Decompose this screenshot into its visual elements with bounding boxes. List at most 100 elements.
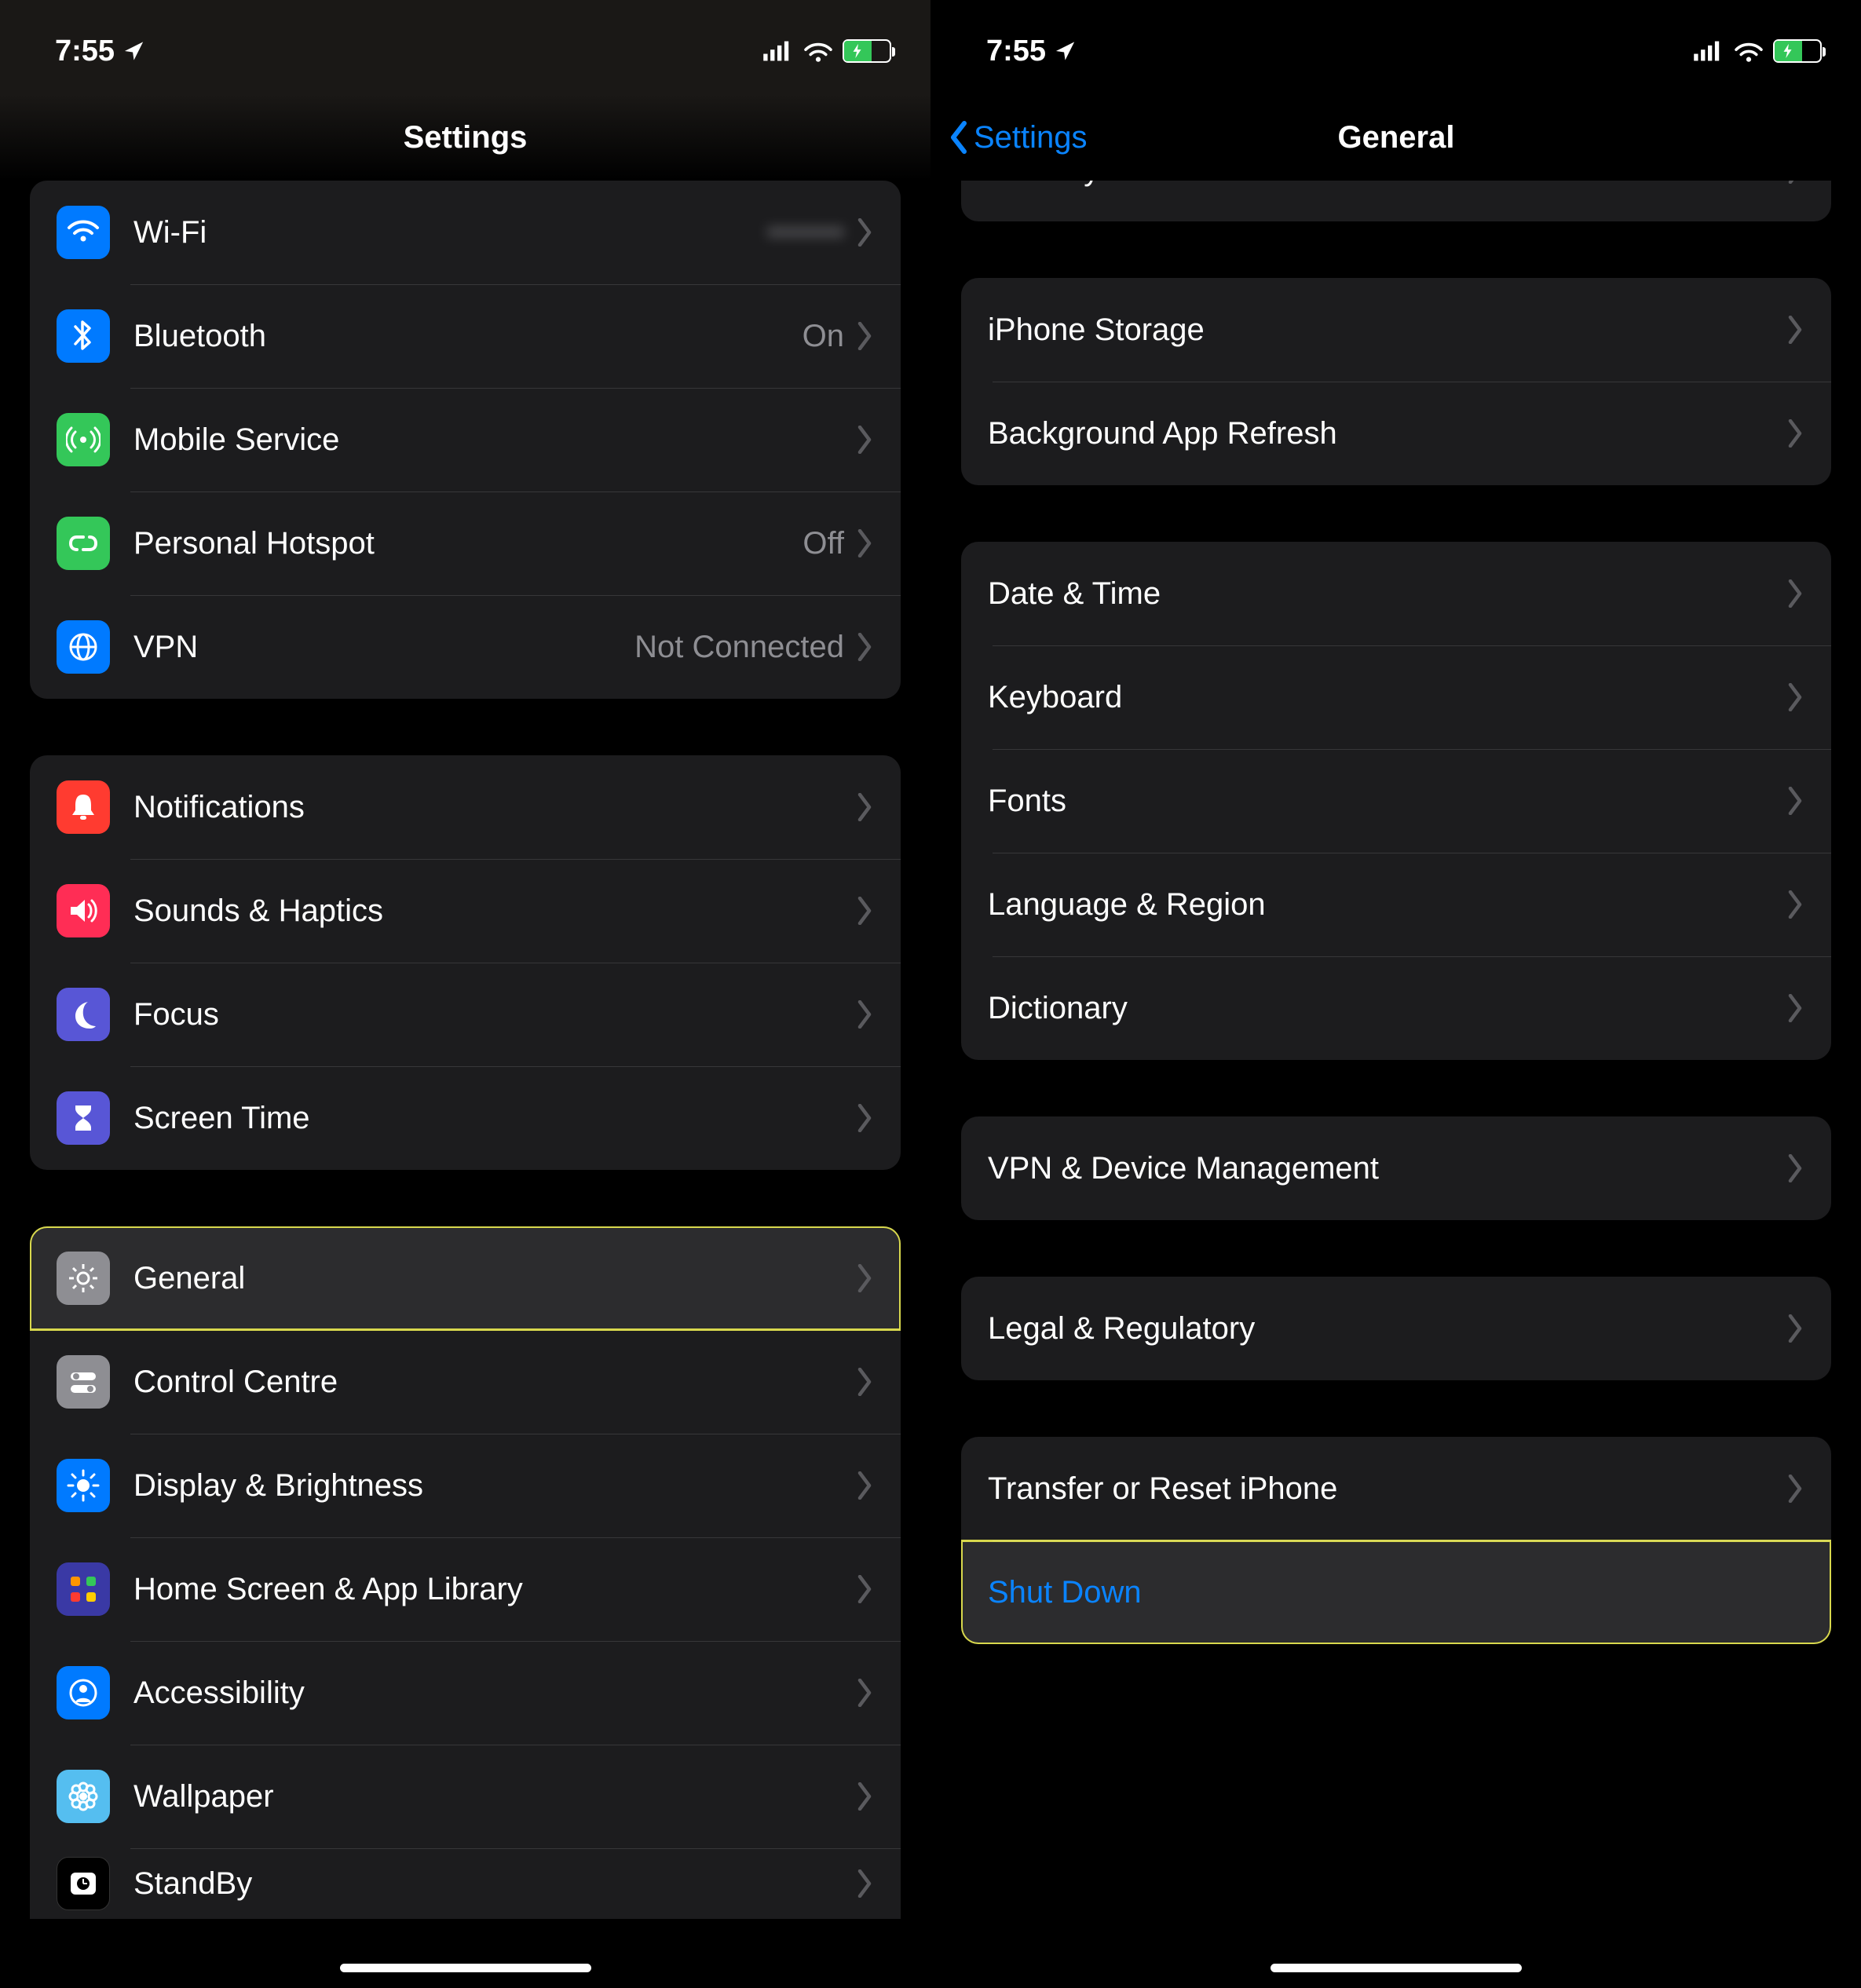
chevron-right-icon (857, 1264, 874, 1292)
row-mobile-service[interactable]: Mobile Service (30, 388, 901, 492)
back-button[interactable]: Settings (949, 120, 1088, 155)
nav-bar: Settings General (931, 94, 1861, 181)
chevron-right-icon (1787, 787, 1804, 815)
row-focus[interactable]: Focus (30, 963, 901, 1066)
row-standby[interactable]: StandBy (30, 1848, 901, 1919)
row-label: Screen Time (133, 1101, 857, 1136)
chevron-right-icon (1787, 579, 1804, 608)
row-transfer-reset[interactable]: Transfer or Reset iPhone (961, 1437, 1831, 1540)
row-control-centre[interactable]: Control Centre (30, 1330, 901, 1434)
battery-bolt-icon (850, 43, 865, 59)
row-label: Keyboard (988, 680, 1787, 715)
page-title: Settings (404, 120, 528, 155)
page-title: General (1338, 120, 1455, 155)
settings-list[interactable]: Wi-Fi ••••••• Bluetooth On Mobile Servic… (0, 181, 930, 1988)
row-personal-hotspot[interactable]: Personal Hotspot Off (30, 492, 901, 595)
row-label: Notifications (133, 790, 857, 825)
cellular-signal-icon (761, 38, 794, 64)
row-fonts[interactable]: Fonts (961, 749, 1831, 853)
chevron-right-icon (1787, 181, 1804, 184)
group-legal: Legal & Regulatory (961, 1277, 1831, 1380)
chevron-right-icon (857, 1471, 874, 1500)
row-notifications[interactable]: Notifications (30, 755, 901, 859)
chevron-right-icon (1787, 1475, 1804, 1503)
row-keyboard[interactable]: Keyboard (961, 645, 1831, 749)
location-arrow-icon (1054, 38, 1079, 64)
general-screen: 7:55 Settings General CarPlay (930, 0, 1861, 1988)
row-legal-regulatory[interactable]: Legal & Regulatory (961, 1277, 1831, 1380)
home-indicator[interactable] (1271, 1964, 1522, 1972)
battery-icon (843, 39, 891, 63)
group-vpn-management: VPN & Device Management (961, 1116, 1831, 1220)
row-wifi[interactable]: Wi-Fi ••••••• (30, 181, 901, 284)
row-iphone-storage[interactable]: iPhone Storage (961, 278, 1831, 382)
row-label: VPN & Device Management (988, 1151, 1787, 1186)
chevron-right-icon (857, 633, 874, 661)
row-label: Control Centre (133, 1365, 857, 1400)
chevron-right-icon (857, 529, 874, 557)
group-localization: Date & Time Keyboard Fonts Language & Re… (961, 542, 1831, 1060)
moon-icon (57, 988, 110, 1041)
row-home-screen[interactable]: Home Screen & App Library (30, 1537, 901, 1641)
row-accessibility[interactable]: Accessibility (30, 1641, 901, 1745)
row-shut-down[interactable]: Shut Down (961, 1540, 1831, 1644)
chevron-right-icon (857, 1104, 874, 1132)
chevron-right-icon (1787, 316, 1804, 344)
back-label: Settings (974, 120, 1088, 155)
settings-screen: 7:55 Settings Wi-Fi ••••••• (0, 0, 930, 1988)
row-label: Display & Brightness (133, 1468, 857, 1504)
globe-icon (57, 620, 110, 674)
status-time: 7:55 (986, 35, 1046, 68)
row-dictionary[interactable]: Dictionary (961, 956, 1831, 1060)
row-date-time[interactable]: Date & Time (961, 542, 1831, 645)
row-label: Shut Down (988, 1575, 1804, 1610)
settings-group-general: General Control Centre Display & Brightn… (30, 1226, 901, 1919)
row-label: Fonts (988, 784, 1787, 819)
row-display-brightness[interactable]: Display & Brightness (30, 1434, 901, 1537)
row-label: General (133, 1261, 857, 1296)
status-time: 7:55 (55, 35, 115, 68)
chevron-right-icon (1787, 994, 1804, 1022)
battery-icon (1773, 39, 1822, 63)
row-label: Sounds & Haptics (133, 894, 857, 929)
row-value: On (803, 319, 844, 354)
general-list[interactable]: CarPlay iPhone Storage Background App Re… (931, 181, 1861, 1988)
home-indicator[interactable] (340, 1964, 591, 1972)
sun-icon (57, 1459, 110, 1512)
switches-icon (57, 1355, 110, 1409)
chevron-left-icon (949, 120, 969, 155)
settings-group-notifications: Notifications Sounds & Haptics Focus Scr… (30, 755, 901, 1170)
chevron-right-icon (1787, 1314, 1804, 1343)
gear-icon (57, 1252, 110, 1305)
wifi-status-icon (802, 38, 835, 64)
chevron-right-icon (857, 1368, 874, 1396)
row-background-refresh[interactable]: Background App Refresh (961, 382, 1831, 485)
row-carplay[interactable]: CarPlay (961, 181, 1831, 221)
clock-icon (57, 1857, 110, 1910)
antenna-icon (57, 413, 110, 466)
row-label: Date & Time (988, 576, 1787, 612)
battery-bolt-icon (1780, 43, 1796, 59)
row-sounds-haptics[interactable]: Sounds & Haptics (30, 859, 901, 963)
nav-bar: Settings (0, 94, 930, 181)
status-bar: 7:55 (0, 0, 930, 94)
row-vpn[interactable]: VPN Not Connected (30, 595, 901, 699)
chevron-right-icon (857, 1869, 874, 1898)
row-label: Bluetooth (133, 319, 803, 354)
row-language-region[interactable]: Language & Region (961, 853, 1831, 956)
chevron-right-icon (857, 897, 874, 925)
row-label: Home Screen & App Library (133, 1572, 857, 1607)
row-general[interactable]: General (30, 1226, 901, 1330)
row-wallpaper[interactable]: Wallpaper (30, 1745, 901, 1848)
row-vpn-device-management[interactable]: VPN & Device Management (961, 1116, 1831, 1220)
hourglass-icon (57, 1091, 110, 1145)
row-label: Background App Refresh (988, 416, 1787, 451)
row-value: Off (803, 526, 844, 561)
group-reset: Transfer or Reset iPhone Shut Down (961, 1437, 1831, 1644)
wifi-status-icon (1732, 38, 1765, 64)
chevron-right-icon (857, 1000, 874, 1029)
row-bluetooth[interactable]: Bluetooth On (30, 284, 901, 388)
row-label: CarPlay (988, 181, 1787, 188)
row-screen-time[interactable]: Screen Time (30, 1066, 901, 1170)
row-label: Wallpaper (133, 1779, 857, 1814)
